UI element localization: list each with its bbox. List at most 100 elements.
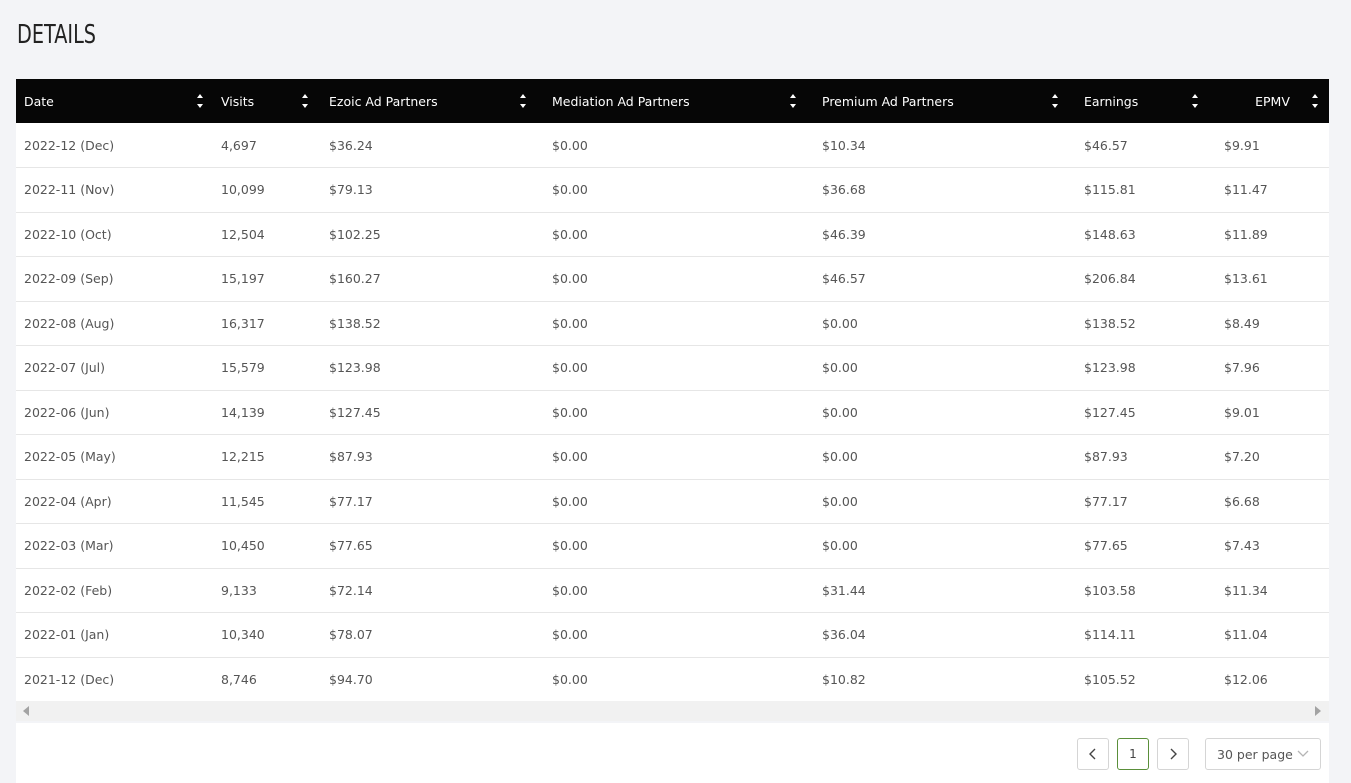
per-page-value: 30 per page <box>1217 746 1293 762</box>
cell-earnings: $46.57 <box>1076 123 1216 168</box>
column-header-ezoic-ad-partners[interactable]: Ezoic Ad Partners <box>321 79 544 123</box>
cell-ezoic-ad-partners: $77.17 <box>321 479 544 524</box>
cell-premium-ad-partners: $0.00 <box>814 390 1076 435</box>
column-header-label: Date <box>24 94 54 109</box>
chevron-down-icon <box>1297 750 1309 757</box>
cell-earnings: $87.93 <box>1076 434 1216 480</box>
cell-premium-ad-partners: $46.39 <box>814 212 1076 257</box>
cell-visits: 11,545 <box>213 479 321 524</box>
cell-premium-ad-partners: $10.34 <box>814 123 1076 168</box>
cell-visits: 4,697 <box>213 123 321 168</box>
pagination-bar: 1 30 per page <box>16 723 1329 783</box>
cell-epmv: $7.96 <box>1216 345 1329 391</box>
cell-ezoic-ad-partners: $102.25 <box>321 212 544 257</box>
cell-earnings: $123.98 <box>1076 345 1216 391</box>
chevron-right-icon <box>1170 748 1177 760</box>
cell-epmv: $11.89 <box>1216 212 1329 257</box>
cell-mediation-ad-partners: $0.00 <box>544 390 814 435</box>
next-page-button[interactable] <box>1157 738 1189 770</box>
cell-mediation-ad-partners: $0.00 <box>544 657 814 702</box>
sort-icon[interactable] <box>1310 91 1320 111</box>
cell-mediation-ad-partners: $0.00 <box>544 612 814 658</box>
cell-premium-ad-partners: $0.00 <box>814 345 1076 391</box>
cell-visits: 10,099 <box>213 167 321 213</box>
cell-premium-ad-partners: $36.68 <box>814 167 1076 213</box>
cell-mediation-ad-partners: $0.00 <box>544 212 814 257</box>
horizontal-scrollbar[interactable] <box>16 701 1329 721</box>
cell-ezoic-ad-partners: $79.13 <box>321 167 544 213</box>
cell-earnings: $127.45 <box>1076 390 1216 435</box>
cell-visits: 15,197 <box>213 256 321 302</box>
table-row: 2022-12 (Dec) 4,697 $36.24 $0.00 $10.34 … <box>16 123 1329 168</box>
cell-visits: 9,133 <box>213 568 321 613</box>
table-row: 2021-12 (Dec) 8,746 $94.70 $0.00 $10.82 … <box>16 657 1329 702</box>
cell-date: 2022-03 (Mar) <box>16 523 213 569</box>
cell-premium-ad-partners: $0.00 <box>814 434 1076 480</box>
scroll-left-icon[interactable] <box>23 706 29 716</box>
column-header-visits[interactable]: Visits <box>213 79 321 123</box>
table-row: 2022-09 (Sep) 15,197 $160.27 $0.00 $46.5… <box>16 256 1329 302</box>
cell-mediation-ad-partners: $0.00 <box>544 123 814 168</box>
column-header-epmv[interactable]: EPMV <box>1216 79 1329 123</box>
cell-earnings: $206.84 <box>1076 256 1216 302</box>
cell-earnings: $77.65 <box>1076 523 1216 569</box>
column-header-mediation-ad-partners[interactable]: Mediation Ad Partners <box>544 79 814 123</box>
previous-page-button[interactable] <box>1077 738 1109 770</box>
column-header-label: EPMV <box>1255 94 1290 109</box>
sort-icon[interactable] <box>518 91 528 111</box>
sort-icon[interactable] <box>300 91 310 111</box>
cell-ezoic-ad-partners: $72.14 <box>321 568 544 613</box>
sort-icon[interactable] <box>195 91 205 111</box>
scroll-right-icon[interactable] <box>1315 706 1321 716</box>
column-header-earnings[interactable]: Earnings <box>1076 79 1216 123</box>
cell-epmv: $7.20 <box>1216 434 1329 480</box>
cell-ezoic-ad-partners: $87.93 <box>321 434 544 480</box>
cell-mediation-ad-partners: $0.00 <box>544 568 814 613</box>
cell-visits: 16,317 <box>213 301 321 346</box>
cell-ezoic-ad-partners: $94.70 <box>321 657 544 702</box>
table-header-row: Date Visits Ezoic Ad Partners Mediation … <box>16 79 1329 123</box>
cell-ezoic-ad-partners: $160.27 <box>321 256 544 302</box>
cell-ezoic-ad-partners: $77.65 <box>321 523 544 569</box>
column-header-label: Ezoic Ad Partners <box>329 94 438 109</box>
table-row: 2022-11 (Nov) 10,099 $79.13 $0.00 $36.68… <box>16 167 1329 213</box>
cell-premium-ad-partners: $0.00 <box>814 479 1076 524</box>
cell-epmv: $9.91 <box>1216 123 1329 168</box>
column-header-date[interactable]: Date <box>16 79 213 123</box>
cell-date: 2022-08 (Aug) <box>16 301 213 346</box>
cell-mediation-ad-partners: $0.00 <box>544 345 814 391</box>
cell-date: 2022-04 (Apr) <box>16 479 213 524</box>
table-body: 2022-12 (Dec) 4,697 $36.24 $0.00 $10.34 … <box>16 123 1329 702</box>
cell-visits: 10,340 <box>213 612 321 658</box>
column-header-label: Visits <box>221 94 255 109</box>
cell-mediation-ad-partners: $0.00 <box>544 523 814 569</box>
cell-date: 2022-10 (Oct) <box>16 212 213 257</box>
cell-date: 2022-05 (May) <box>16 434 213 480</box>
cell-date: 2022-01 (Jan) <box>16 612 213 658</box>
details-table-container: Date Visits Ezoic Ad Partners Mediation … <box>16 79 1329 721</box>
cell-premium-ad-partners: $46.57 <box>814 256 1076 302</box>
cell-earnings: $114.11 <box>1076 612 1216 658</box>
cell-epmv: $11.34 <box>1216 568 1329 613</box>
cell-date: 2022-11 (Nov) <box>16 167 213 213</box>
per-page-select[interactable]: 30 per page <box>1205 738 1321 770</box>
sort-icon[interactable] <box>1050 91 1060 111</box>
cell-epmv: $9.01 <box>1216 390 1329 435</box>
column-header-premium-ad-partners[interactable]: Premium Ad Partners <box>814 79 1076 123</box>
sort-icon[interactable] <box>788 91 798 111</box>
table-row: 2022-05 (May) 12,215 $87.93 $0.00 $0.00 … <box>16 434 1329 480</box>
cell-earnings: $103.58 <box>1076 568 1216 613</box>
cell-premium-ad-partners: $0.00 <box>814 523 1076 569</box>
column-header-label: Mediation Ad Partners <box>552 94 690 109</box>
page-button-current[interactable]: 1 <box>1117 738 1149 770</box>
cell-mediation-ad-partners: $0.00 <box>544 301 814 346</box>
table-row: 2022-03 (Mar) 10,450 $77.65 $0.00 $0.00 … <box>16 523 1329 569</box>
cell-ezoic-ad-partners: $127.45 <box>321 390 544 435</box>
cell-visits: 14,139 <box>213 390 321 435</box>
cell-mediation-ad-partners: $0.00 <box>544 434 814 480</box>
page-title: DETAILS <box>17 20 97 50</box>
table-row: 2022-06 (Jun) 14,139 $127.45 $0.00 $0.00… <box>16 390 1329 435</box>
sort-icon[interactable] <box>1190 91 1200 111</box>
table-row: 2022-04 (Apr) 11,545 $77.17 $0.00 $0.00 … <box>16 479 1329 524</box>
cell-visits: 10,450 <box>213 523 321 569</box>
